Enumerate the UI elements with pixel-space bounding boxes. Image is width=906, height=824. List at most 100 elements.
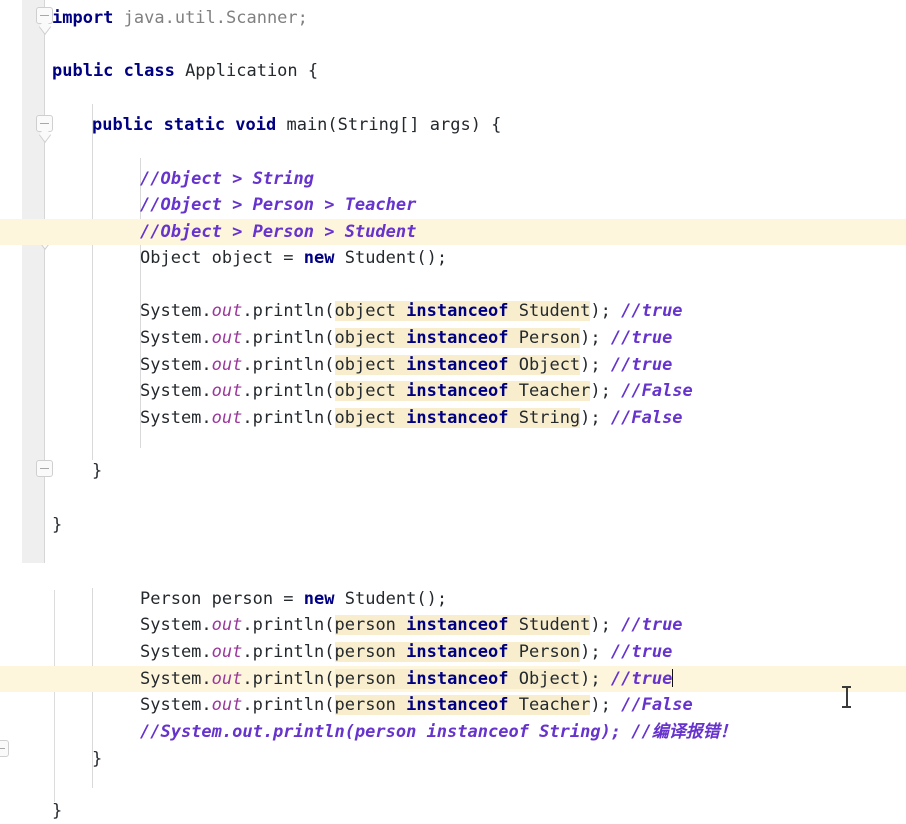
code-line[interactable]: } <box>0 458 906 484</box>
code-token: Student <box>518 301 591 321</box>
pane-seam <box>0 563 906 572</box>
code-line-text: System.out.println(object instanceof Str… <box>0 405 683 431</box>
code-line[interactable] <box>0 772 906 798</box>
code-line-text: } <box>0 458 102 484</box>
code-token: out <box>211 642 243 662</box>
code-line[interactable]: //System.out.println(person instanceof S… <box>0 719 906 745</box>
code-token: ); <box>580 355 611 375</box>
code-line[interactable]: System.out.println(object instanceof Obj… <box>0 352 906 378</box>
code-token: new <box>303 248 345 268</box>
code-line[interactable]: //Object > Person > Teacher <box>0 192 906 218</box>
code-token: java.util.Scanner; <box>123 8 308 28</box>
code-line[interactable]: public static void main(String[] args) { <box>0 112 906 138</box>
code-line[interactable]: public class Application { <box>0 58 906 84</box>
code-line[interactable]: System.out.println(object instanceof Tea… <box>0 378 906 404</box>
code-line[interactable] <box>0 85 906 111</box>
code-token: ); <box>590 381 622 401</box>
code-token: //System.out.println(person instanceof S… <box>140 722 737 742</box>
code-token: //Object > Person > Teacher <box>140 195 417 215</box>
code-line[interactable]: System.out.println(object instanceof Str… <box>0 405 906 431</box>
code-line-text: //Object > Person > Teacher <box>0 192 416 218</box>
code-line[interactable]: } <box>0 746 906 772</box>
code-token: .println( <box>242 328 335 348</box>
code-token: //true <box>621 301 683 321</box>
code-token: .println( <box>242 408 335 428</box>
code-line[interactable] <box>0 272 906 298</box>
code-line-text: System.out.println(person instanceof Tea… <box>0 692 693 718</box>
code-token: //False <box>621 381 693 401</box>
code-token: ); <box>590 615 622 635</box>
code-token: System. <box>140 301 212 321</box>
code-line[interactable]: System.out.println(person instanceof Obj… <box>0 666 906 692</box>
code-line[interactable]: } <box>0 512 906 538</box>
code-token: //Object > String <box>140 169 314 189</box>
code-token: object <box>334 381 407 401</box>
code-token: Object <box>518 355 581 375</box>
code-token: object <box>334 408 407 428</box>
code-token: String <box>518 408 581 428</box>
code-token: out <box>211 615 243 635</box>
code-token: person <box>334 669 407 689</box>
code-line-text: //Object > String <box>0 166 314 192</box>
code-token: instanceof <box>406 381 519 401</box>
code-token: out <box>211 355 243 375</box>
code-token: .println( <box>242 301 335 321</box>
code-line[interactable] <box>0 31 906 57</box>
code-token: Student <box>518 615 591 635</box>
code-line[interactable]: System.out.println(person instanceof Per… <box>0 639 906 665</box>
code-editor-pane-bottom[interactable]: Person person = new Student(); System.out… <box>0 572 906 821</box>
code-token: System. <box>140 355 212 375</box>
code-line-text: System.out.println(object instanceof Obj… <box>0 352 672 378</box>
code-line[interactable] <box>0 485 906 511</box>
mouse-ibeam-cursor <box>842 686 851 708</box>
code-token: //true <box>610 328 673 348</box>
code-editor-pane-top[interactable]: import java.util.Scanner; public class Ap… <box>0 0 906 563</box>
code-line[interactable]: System.out.println(object instanceof Per… <box>0 325 906 351</box>
code-token: ); <box>590 695 622 715</box>
code-line[interactable]: System.out.println(person instanceof Stu… <box>0 612 906 638</box>
code-token: object <box>334 355 407 375</box>
code-token: ); <box>580 408 611 428</box>
code-token: Application { <box>185 61 319 81</box>
code-token: System. <box>140 408 212 428</box>
code-line[interactable]: import java.util.Scanner; <box>0 5 906 31</box>
code-token: Person <box>518 328 581 348</box>
code-token: ); <box>580 328 611 348</box>
code-line-text: } <box>0 798 62 824</box>
code-token: //False <box>610 408 683 428</box>
code-token: instanceof <box>406 669 519 689</box>
code-token: out <box>211 328 243 348</box>
code-token: System. <box>140 328 212 348</box>
code-line[interactable] <box>0 139 906 165</box>
code-token: main(String[] args) { <box>286 115 502 135</box>
code-line[interactable] <box>0 432 906 458</box>
code-token: ); <box>590 301 622 321</box>
code-line[interactable]: System.out.println(person instanceof Tea… <box>0 692 906 718</box>
code-line[interactable]: } <box>0 798 906 824</box>
code-token: Object object = <box>140 248 304 268</box>
code-token: .println( <box>242 642 335 662</box>
code-line[interactable]: //Object > String <box>0 166 906 192</box>
code-line[interactable]: System.out.println(object instanceof Stu… <box>0 298 906 324</box>
code-token: //true <box>610 642 673 662</box>
code-line-text: System.out.println(object instanceof Per… <box>0 325 672 351</box>
code-line[interactable]: Object object = new Student(); <box>0 245 906 271</box>
code-line-text: Person person = new Student(); <box>0 586 447 612</box>
code-line-text: //System.out.println(person instanceof S… <box>0 719 737 745</box>
code-token: .println( <box>242 355 335 375</box>
code-token: public static void <box>92 115 287 135</box>
code-token: Person <box>518 642 581 662</box>
code-line[interactable]: Person person = new Student(); <box>0 586 906 612</box>
code-token: System. <box>140 642 212 662</box>
code-token: person <box>334 642 407 662</box>
code-line-text: System.out.println(person instanceof Obj… <box>0 666 674 692</box>
code-token: instanceof <box>406 328 519 348</box>
code-line-text: System.out.println(person instanceof Per… <box>0 639 672 665</box>
code-token: object <box>334 328 407 348</box>
code-token: //true <box>621 615 683 635</box>
code-token: Object <box>518 669 581 689</box>
code-line-text: public class Application { <box>0 58 318 84</box>
code-token: .println( <box>242 695 335 715</box>
code-line[interactable]: //Object > Person > Student <box>0 219 906 245</box>
code-token: System. <box>140 695 212 715</box>
